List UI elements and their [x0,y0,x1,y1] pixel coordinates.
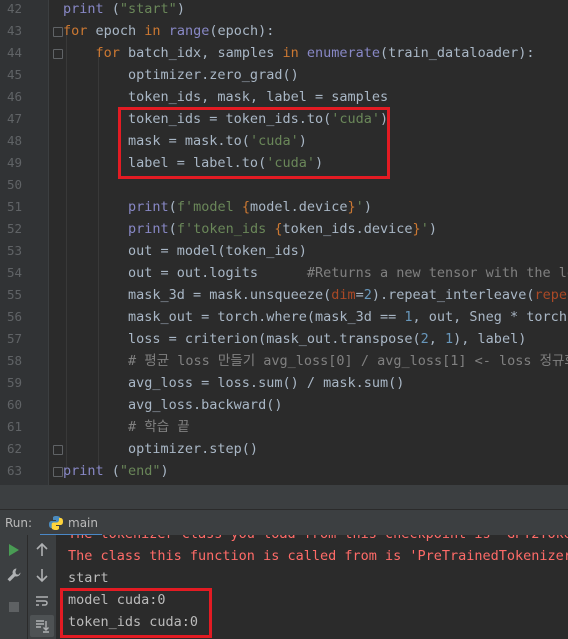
code-line[interactable]: 46 token_ids, mask, label = samples [0,86,568,108]
code-line[interactable]: 59 avg_loss = loss.sum() / mask.sum() [0,372,568,394]
line-number: 61 [6,419,22,434]
code-text: optimizer.step() [63,441,259,457]
code-line[interactable]: 45 optimizer.zero_grad() [0,64,568,86]
line-number: 50 [6,177,22,192]
line-number: 57 [6,331,22,346]
line-number: 43 [6,23,22,38]
fold-marker-icon[interactable] [53,49,63,59]
line-number: 52 [6,221,22,236]
console-line: start [68,570,109,586]
scroll-to-end-button[interactable] [30,615,54,637]
editor-bottom-area [0,485,568,509]
code-line[interactable]: 42 print ("start") [0,0,568,20]
code-line[interactable]: 56 mask_out = torch.where(mask_3d == 1, … [0,306,568,328]
side-toolbar-separator [27,535,28,639]
code-line[interactable]: 52 print(f'token_ids {token_ids.device}'… [0,218,568,240]
code-text: print(f'model {model.device}') [128,199,372,215]
line-number: 53 [6,243,22,258]
line-number: 58 [6,353,22,368]
line-number: 47 [6,111,22,126]
fold-marker-icon[interactable] [53,27,63,37]
highlight-box-cuda-moves [118,107,390,179]
fold-marker-icon[interactable] [53,467,63,477]
arrow-down-icon[interactable] [34,567,50,583]
soft-wrap-icon[interactable] [34,593,50,609]
line-number: 49 [6,155,22,170]
code-line[interactable]: 51 print(f'model {model.device}') [0,196,568,218]
console-line: The tokenizer class you load from this c… [68,535,568,545]
code-text: print(f'token_ids {token_ids.device}') [128,221,437,237]
code-text: mask_3d = mask.unsqueeze(dim=2).repeat_i… [63,287,568,303]
code-text: avg_loss = loss.sum() / mask.sum() [63,375,405,391]
code-text: print ("start") [63,1,185,17]
code-line[interactable]: 60 avg_loss.backward() [0,394,568,416]
code-text: loss = criterion(mask_out.transpose(2, 1… [63,331,527,347]
scroll-to-end-icon [36,620,49,633]
run-toolbar: Run: main [0,509,568,536]
code-editor[interactable]: 42 print ("start") 43 for epoch in range(ep… [0,0,568,485]
arrow-up-icon[interactable] [34,542,50,558]
code-line[interactable]: 63 print ("end") [0,460,568,482]
code-text: print ("end") [63,463,169,479]
line-number: 48 [6,133,22,148]
code-text: for batch_idx, samples in enumerate(trai… [95,45,535,61]
code-line[interactable]: 61 # 학습 끝 [0,416,568,438]
highlight-box-device-output [60,588,212,638]
run-side-toolbar [0,535,56,639]
code-line[interactable]: 57 loss = criterion(mask_out.transpose(2… [0,328,568,350]
code-line[interactable]: 55 mask_3d = mask.unsqueeze(dim=2).repea… [0,284,568,306]
code-line[interactable]: 53 out = model(token_ids) [0,240,568,262]
line-number: 54 [6,265,22,280]
code-text: avg_loss.backward() [63,397,283,413]
code-line[interactable]: 44 for batch_idx, samples in enumerate(t… [0,42,568,64]
code-text: token_ids, mask, label = samples [63,89,389,105]
wrench-icon[interactable] [6,567,22,583]
code-text: optimizer.zero_grad() [63,67,299,83]
code-text: mask_out = torch.where(mask_3d == 1, out… [63,309,568,325]
code-line[interactable]: 43 for epoch in range(epoch): [0,20,568,42]
tab-main-label: main [68,516,98,530]
console-line: The class this function is called from i… [68,548,568,564]
line-number: 45 [6,67,22,82]
line-number: 46 [6,89,22,104]
line-number: 63 [6,463,22,478]
stop-icon[interactable] [6,599,22,615]
code-text: for epoch in range(epoch): [63,23,275,39]
python-icon [49,516,63,530]
run-label: Run: [5,516,33,530]
run-console-output[interactable]: The tokenizer class you load from this c… [56,535,568,639]
code-text: # 학습 끝 [128,419,190,435]
tab-main[interactable]: main [40,510,100,536]
code-text: out = out.logits #Returns a new tensor w… [63,265,568,281]
line-number: 42 [6,1,22,16]
line-number: 55 [6,287,22,302]
code-line[interactable]: 54 out = out.logits #Returns a new tenso… [0,262,568,284]
fold-marker-icon[interactable] [53,445,63,455]
line-number: 60 [6,397,22,412]
code-line[interactable]: 58 # 평균 loss 만들기 avg_loss[0] / avg_loss[… [0,350,568,372]
code-text: out = model(token_ids) [63,243,307,259]
line-number: 51 [6,199,22,214]
code-line[interactable]: 62 optimizer.step() [0,438,568,460]
line-number: 62 [6,441,22,456]
line-number: 59 [6,375,22,390]
code-text: # 평균 loss 만들기 avg_loss[0] / avg_loss[1] … [128,353,568,369]
play-icon[interactable] [6,542,22,558]
line-number: 56 [6,309,22,324]
line-number: 44 [6,45,22,60]
